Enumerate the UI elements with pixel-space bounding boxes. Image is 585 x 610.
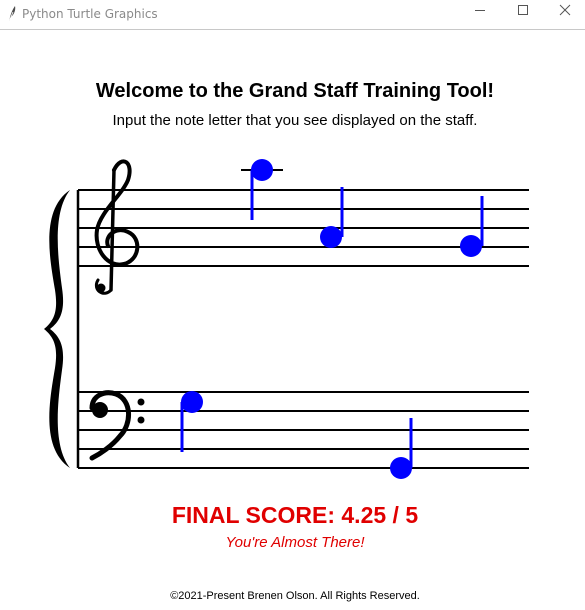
note-a3 [180,391,203,452]
maximize-icon [518,5,528,15]
close-button[interactable] [543,0,585,29]
treble-staff-lines [78,189,529,267]
maximize-button[interactable] [500,0,546,29]
score-message: You're Almost There! [225,534,365,551]
note-f4 [460,196,484,257]
minimize-icon [475,10,485,11]
feather-icon [8,6,16,23]
copyright-text: ©2021-Present Brenen Olson. All Rights R… [170,590,420,602]
instructions-text: Input the note letter that you see displ… [112,112,478,129]
bass-staff-lines [78,391,529,469]
title-bar: Python Turtle Graphics [0,0,585,30]
grand-staff [44,159,529,479]
note-g4 [320,187,344,248]
final-score: FINAL SCORE: 4.25 / 5 [171,502,419,528]
minimize-button[interactable] [457,0,503,29]
page-title: Welcome to the Grand Staff Training Tool… [95,80,495,102]
close-icon [559,4,571,16]
brace-icon [44,190,70,468]
window-title: Python Turtle Graphics [22,7,158,21]
